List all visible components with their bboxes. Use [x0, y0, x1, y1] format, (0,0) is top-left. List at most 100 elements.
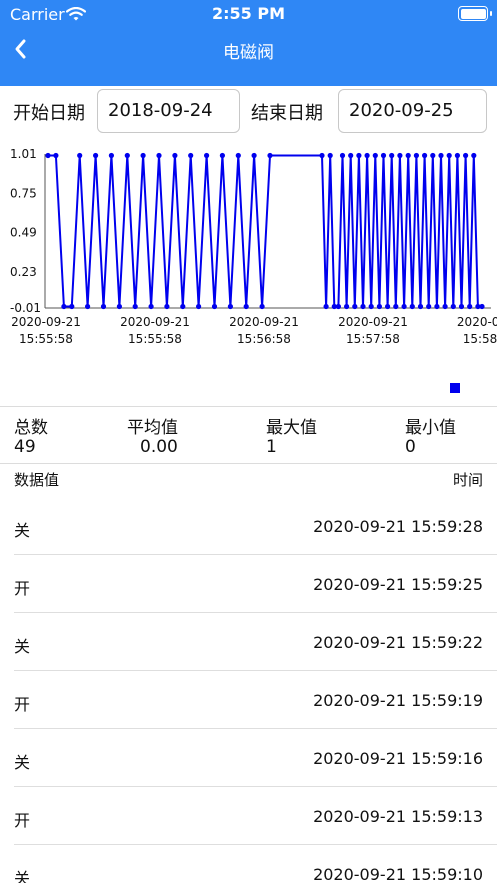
data-point	[204, 152, 210, 159]
data-point	[219, 152, 225, 159]
record-value: 关	[14, 637, 31, 656]
data-point	[61, 303, 67, 310]
battery-icon	[458, 6, 488, 21]
status-bar: Carrier 2:55 PM	[0, 0, 497, 28]
data-point	[69, 303, 75, 310]
data-point	[335, 303, 341, 310]
data-point	[100, 303, 107, 310]
data-point	[422, 152, 428, 159]
record-value: 关	[14, 753, 31, 772]
record-time: 2020-09-21 15:59:28	[313, 517, 483, 536]
list-item[interactable]: 关 2020-09-21 15:59:28	[0, 497, 497, 555]
data-point	[164, 303, 170, 310]
data-point	[53, 152, 59, 159]
data-point	[132, 303, 138, 310]
stat-total-value: 49	[14, 437, 36, 457]
data-point	[323, 303, 329, 310]
end-date-field[interactable]: 2020-09-25	[338, 89, 487, 133]
x-tick-label: 2020-09-21	[120, 315, 190, 329]
data-point	[267, 152, 273, 159]
data-point	[327, 152, 333, 159]
list-item[interactable]: 开 2020-09-21 15:59:19	[0, 671, 497, 729]
data-point	[385, 303, 391, 310]
data-point	[360, 303, 366, 310]
data-point	[442, 303, 448, 310]
record-time: 2020-09-21 15:59:22	[313, 633, 483, 652]
column-value-header: 数据值	[14, 471, 60, 489]
data-point	[479, 303, 485, 310]
data-point	[352, 303, 358, 310]
data-point	[413, 152, 419, 159]
legend-marker	[450, 383, 460, 393]
data-point	[471, 152, 477, 159]
data-point	[438, 152, 444, 159]
data-point	[405, 152, 411, 159]
record-value: 开	[14, 811, 31, 830]
data-point	[344, 303, 350, 310]
data-point	[409, 303, 415, 310]
y-tick-label: 0.75	[10, 186, 37, 200]
data-point	[376, 303, 382, 310]
record-time: 2020-09-21 15:59:13	[313, 807, 483, 826]
data-point	[356, 152, 362, 159]
data-point	[426, 303, 432, 310]
record-time: 2020-09-21 15:59:19	[313, 691, 483, 710]
column-time-header: 时间	[452, 471, 483, 489]
data-point	[85, 303, 91, 310]
record-time: 2020-09-21 15:59:10	[313, 865, 483, 883]
data-point	[172, 152, 178, 159]
list-item[interactable]: 开 2020-09-21 15:59:25	[0, 555, 497, 613]
stat-min-value: 0	[405, 437, 416, 457]
stat-max-label: 最大值	[266, 418, 317, 438]
record-value: 开	[14, 579, 31, 598]
app-header: Carrier 2:55 PM 电磁阀	[0, 0, 497, 86]
x-tick-label: 2020-09-21	[11, 315, 81, 329]
x-tick-label: 2020-09	[457, 315, 497, 329]
data-point	[401, 303, 407, 310]
record-value: 关	[14, 521, 31, 540]
data-point	[45, 152, 51, 159]
stat-total-label: 总数	[14, 418, 48, 438]
data-point	[446, 152, 452, 159]
data-point	[380, 152, 387, 159]
data-point	[93, 152, 99, 159]
y-tick-label: -0.01	[10, 301, 41, 315]
record-time: 2020-09-21 15:59:16	[313, 749, 483, 768]
y-tick-label: 0.23	[10, 265, 37, 279]
stats-panel: 总数 49 平均值 0.00 最大值 1 最小值 0	[0, 407, 497, 463]
data-point	[124, 152, 130, 159]
x-tick-label: 2020-09-21	[338, 315, 408, 329]
series-line	[48, 154, 482, 308]
x-tick-label: 2020-09-21	[229, 315, 299, 329]
data-point	[156, 152, 162, 159]
x-tick-label: 15:55:58	[19, 332, 73, 346]
data-point	[372, 152, 378, 159]
list-item[interactable]: 开 2020-09-21 15:59:13	[0, 787, 497, 845]
data-point	[434, 303, 440, 310]
data-point	[339, 152, 346, 159]
chart-canvas: 1.010.750.490.23-0.012020-09-2115:55:582…	[10, 147, 497, 346]
list-item[interactable]: 关 2020-09-21 15:59:16	[0, 729, 497, 787]
list-item[interactable]: 关 2020-09-21 15:59:10	[0, 845, 497, 883]
data-point	[251, 152, 257, 159]
data-point	[368, 303, 374, 310]
data-point	[393, 303, 399, 310]
data-point	[108, 152, 114, 159]
start-date-field[interactable]: 2018-09-24	[97, 89, 240, 133]
data-point	[319, 152, 325, 159]
list-item[interactable]: 关 2020-09-21 15:59:22	[0, 613, 497, 671]
data-point	[180, 303, 186, 310]
data-point	[417, 303, 424, 310]
page-title: 电磁阀	[223, 43, 274, 63]
data-point	[148, 303, 154, 310]
data-point	[188, 152, 194, 159]
record-time: 2020-09-21 15:59:25	[313, 575, 483, 594]
data-point	[235, 152, 241, 159]
line-chart: 1.01 0.75 0.49 0.23 -0.01 2020-09-21 15:55:58 2…	[0, 140, 497, 406]
data-point	[430, 152, 436, 159]
list-header: 数据值 时间	[0, 463, 497, 493]
y-tick-label: 1.01	[10, 147, 37, 161]
record-value: 开	[14, 695, 31, 714]
start-date-label: 开始日期	[13, 103, 85, 124]
data-point	[196, 303, 202, 310]
